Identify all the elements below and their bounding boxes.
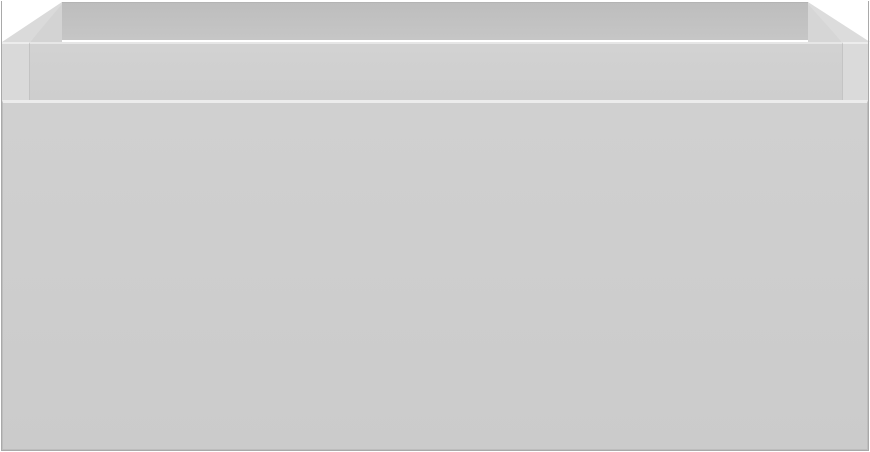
- left-corner-post: [2, 42, 30, 100]
- inner-back-wall: [62, 2, 808, 40]
- front-panel: [2, 100, 868, 450]
- upper-rail: [30, 42, 842, 100]
- right-corner-post: [842, 42, 868, 100]
- open-top-box-render: [0, 0, 870, 452]
